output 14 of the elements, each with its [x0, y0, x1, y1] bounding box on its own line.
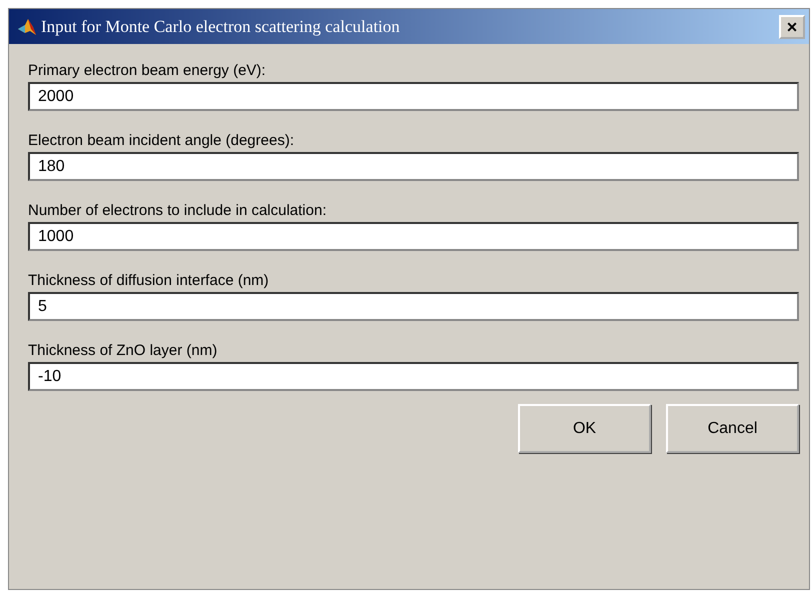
- field-label: Primary electron beam energy (eV):: [28, 62, 267, 81]
- input-field[interactable]: 5: [28, 292, 799, 321]
- input-field[interactable]: -10: [28, 362, 799, 391]
- input-field[interactable]: 180: [28, 152, 799, 181]
- field-label: Thickness of diffusion interface (nm): [28, 272, 270, 291]
- input-field[interactable]: 2000: [28, 82, 799, 111]
- ok-button[interactable]: OK: [518, 404, 651, 453]
- field-label: Electron beam incident angle (degrees):: [28, 132, 295, 151]
- field-label: Number of electrons to include in calculation:: [28, 202, 328, 221]
- cancel-button[interactable]: Cancel: [666, 404, 799, 453]
- field-label: Thickness of ZnO layer (nm): [28, 342, 218, 361]
- close-button[interactable]: ×: [779, 14, 805, 38]
- window-title: Input for Monte Carlo electron scattering calculation: [41, 16, 401, 36]
- input-field[interactable]: 1000: [28, 222, 799, 251]
